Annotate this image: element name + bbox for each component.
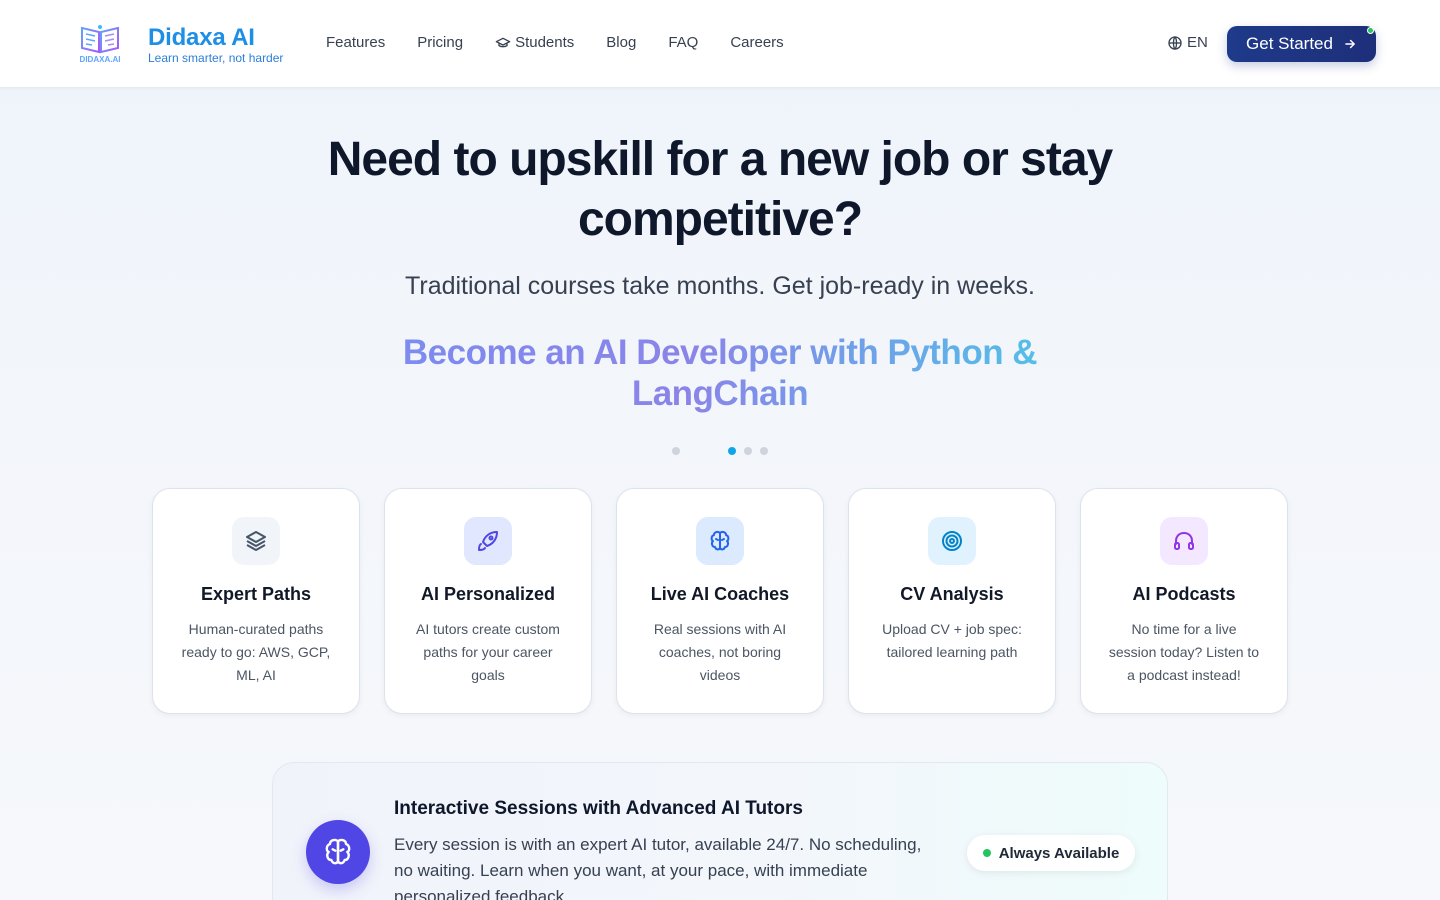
banner-title: Interactive Sessions with Advanced AI Tu… <box>394 798 803 819</box>
carousel-indicators <box>0 447 1440 457</box>
nav-careers-label: Careers <box>730 34 784 51</box>
banner-icon-wrap <box>306 820 370 884</box>
feature-icon-wrap <box>696 517 744 565</box>
badge-label: Always Available <box>998 844 1120 862</box>
headphones-icon <box>1174 532 1194 550</box>
nav-features-label: Features <box>326 34 386 51</box>
book-logo-icon: DIDAXA.AI <box>80 25 121 64</box>
feature-card-expert-paths[interactable]: Expert Paths Human-curated paths ready t… <box>152 488 360 714</box>
layers-icon <box>246 531 266 551</box>
hero-title: Need to upskill for a new job or stay co… <box>327 133 1113 246</box>
feature-title: AI Podcasts <box>1132 584 1236 604</box>
brand-name[interactable]: Didaxa AI <box>148 24 255 52</box>
brain-icon <box>710 530 730 551</box>
nav-careers[interactable]: Careers <box>730 34 783 51</box>
ai-tutors-banner: Interactive Sessions with Advanced AI Tu… <box>272 762 1168 900</box>
brain-icon <box>325 838 351 865</box>
feature-desc: Human-curated paths ready to go: AWS, GC… <box>181 621 331 683</box>
nav-students[interactable]: Students <box>495 34 574 51</box>
nav-students-label: Students <box>515 34 575 51</box>
feature-icon-wrap <box>1160 517 1208 565</box>
feature-card-cv-analysis[interactable]: CV Analysis Upload CV + job spec: tailor… <box>848 488 1056 714</box>
carousel-dot-active[interactable] <box>728 447 736 455</box>
feature-title: CV Analysis <box>900 584 1004 604</box>
feature-card-ai-personalized[interactable]: AI Personalized AI tutors create custom … <box>384 488 592 714</box>
brand-tagline: Learn smarter, not harder <box>148 51 284 65</box>
arrow-right-icon <box>1345 39 1355 49</box>
feature-desc: Real sessions with AI coaches, not borin… <box>653 621 787 683</box>
feature-title: Expert Paths <box>200 584 312 604</box>
hero-rotating-text: Become an AI Developer with Python & Lan… <box>370 332 1070 414</box>
carousel-dot[interactable] <box>744 447 752 455</box>
graduation-cap-icon <box>495 37 511 47</box>
hero-subtitle: Traditional courses take months. Get job… <box>405 272 1035 300</box>
language-selector[interactable]: EN <box>1167 34 1208 51</box>
main-nav: Features Pricing Students Blog FAQ Caree… <box>326 34 816 51</box>
carousel-dot[interactable] <box>760 447 768 455</box>
carousel-dot[interactable] <box>672 447 680 455</box>
rocket-icon <box>478 531 498 551</box>
feature-icon-wrap <box>232 517 280 565</box>
feature-title: AI Personalized <box>420 584 556 604</box>
logo-text: DIDAXA.AI <box>80 55 121 64</box>
feature-icon-wrap <box>928 517 976 565</box>
feature-title: Live AI Coaches <box>650 584 790 604</box>
feature-icon-wrap <box>464 517 512 565</box>
nav-pricing[interactable]: Pricing <box>417 34 463 51</box>
always-available-badge: Always Available <box>967 835 1135 871</box>
logo[interactable]: DIDAXA.AI <box>74 22 126 64</box>
feature-card-live-ai-coaches[interactable]: Live AI Coaches Real sessions with AI co… <box>616 488 824 714</box>
get-started-button[interactable]: Get Started <box>1227 26 1376 62</box>
get-started-label: Get Started <box>1246 34 1333 53</box>
online-indicator <box>1367 27 1374 34</box>
status-dot <box>982 849 991 857</box>
globe-icon <box>1168 35 1182 50</box>
nav-pricing-label: Pricing <box>417 34 464 51</box>
site-header: DIDAXA.AI Didaxa AI Learn smarter, not h… <box>0 0 1440 88</box>
target-icon <box>942 531 962 551</box>
feature-desc: AI tutors create custom paths for your c… <box>416 621 560 683</box>
nav-blog-label: Blog <box>606 34 637 51</box>
feature-desc: Upload CV + job spec: tailored learning … <box>882 621 1022 660</box>
nav-blog[interactable]: Blog <box>606 34 636 51</box>
banner-description: Every session is with an expert AI tutor… <box>394 835 922 900</box>
nav-features[interactable]: Features <box>326 34 385 51</box>
feature-desc: No time for a live session today? Listen… <box>1108 621 1260 683</box>
nav-faq-label: FAQ <box>668 34 699 51</box>
feature-card-ai-podcasts[interactable]: AI Podcasts No time for a live session t… <box>1080 488 1288 714</box>
nav-faq[interactable]: FAQ <box>668 34 698 51</box>
language-label: EN <box>1187 34 1208 51</box>
